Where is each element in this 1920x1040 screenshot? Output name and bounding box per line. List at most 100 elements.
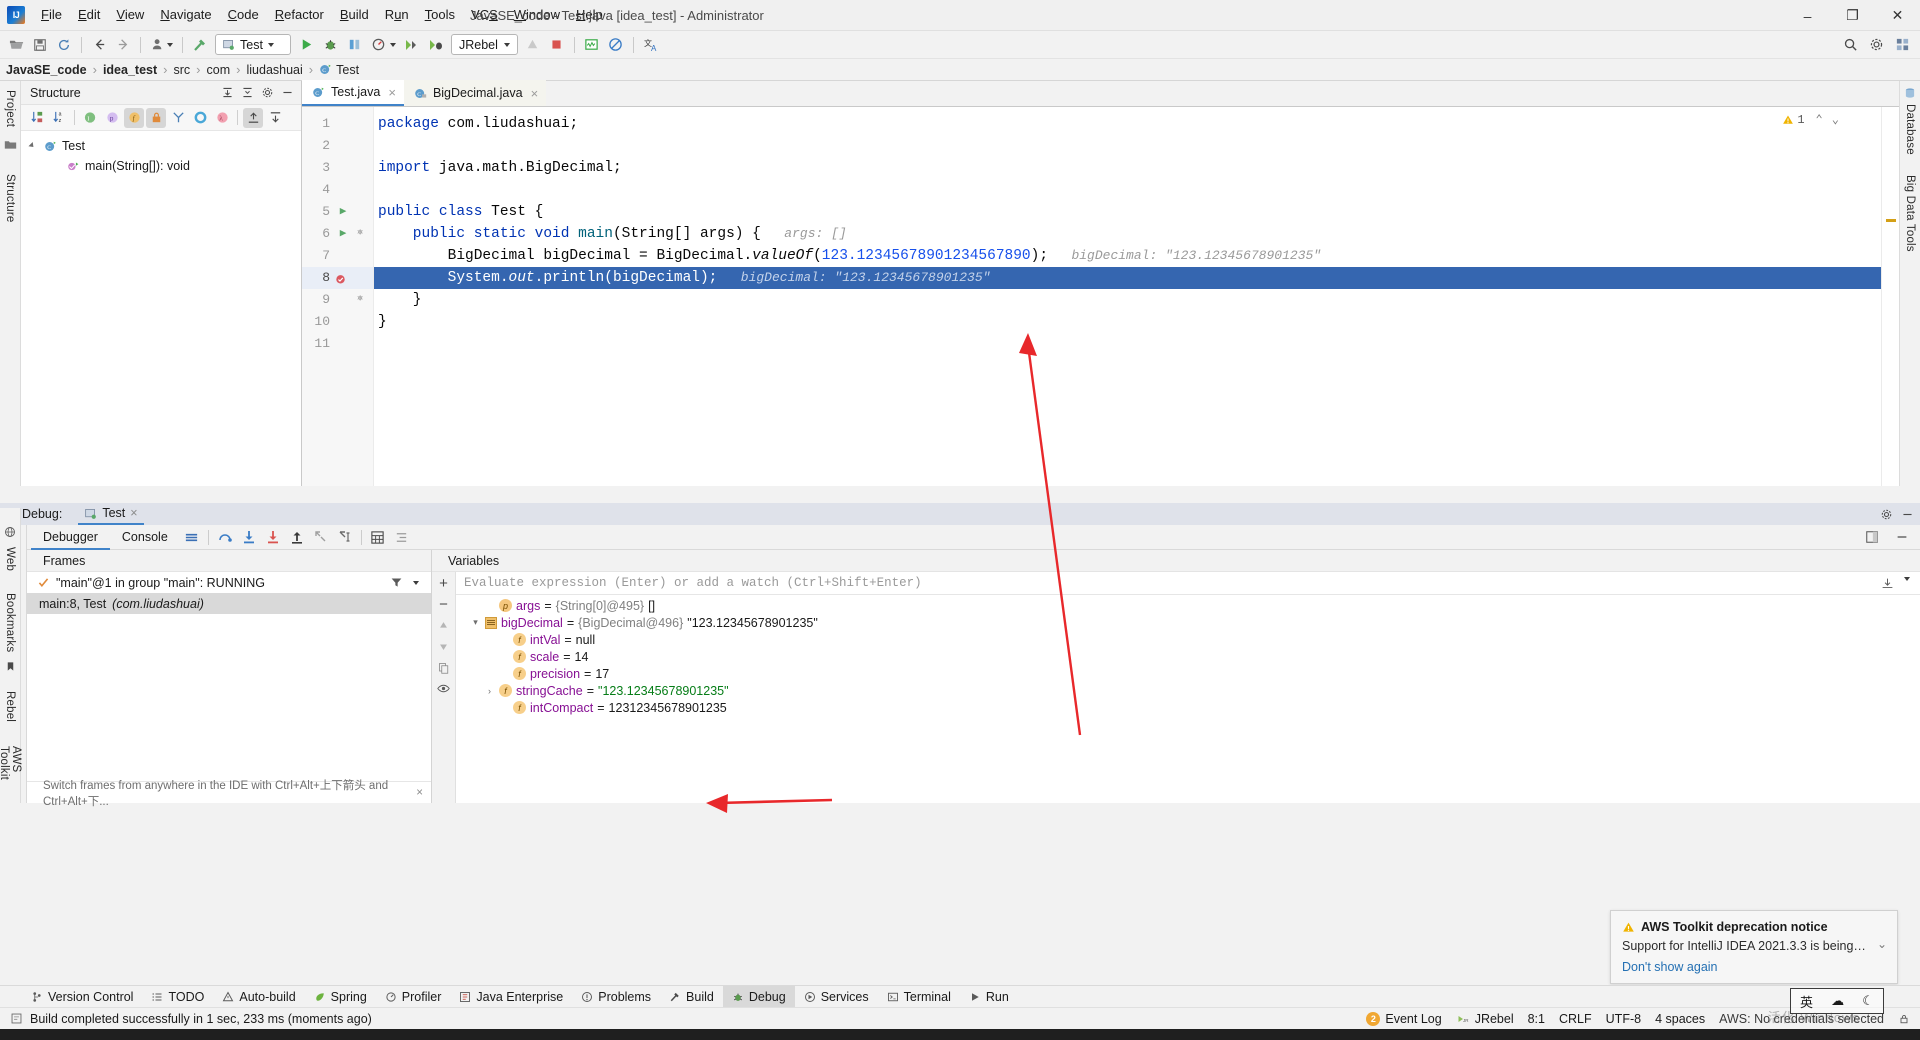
tab-bigdecimal-java[interactable]: C BigDecimal.java × xyxy=(403,80,547,106)
menu-file[interactable]: File xyxy=(33,3,70,27)
layout-settings-icon[interactable] xyxy=(181,526,203,548)
menu-code[interactable]: Code xyxy=(220,3,267,27)
chevron-down-icon[interactable] xyxy=(413,580,419,585)
toolwindow-build[interactable]: Build xyxy=(660,986,723,1008)
show-non-public-icon[interactable] xyxy=(146,107,166,128)
chevron-down-icon[interactable] xyxy=(503,42,510,47)
chevron-down-icon[interactable]: ⌄ xyxy=(1877,937,1887,951)
toolwindow-todo[interactable]: TODO xyxy=(142,986,213,1008)
fold-expand-icon[interactable]: ⎈ xyxy=(352,289,368,311)
back-arrow-icon[interactable] xyxy=(88,34,110,56)
event-log-widget[interactable]: 2 Event Log xyxy=(1366,1011,1442,1026)
show-lambdas-icon[interactable]: λ xyxy=(212,108,232,128)
toolwindow-run[interactable]: Run xyxy=(960,986,1018,1008)
breadcrumb-item-0[interactable]: JavaSE_code xyxy=(6,63,87,77)
debug-session-tab[interactable]: Test × xyxy=(78,503,144,525)
sidebar-item-aws-toolkit[interactable]: AWS Toolkit xyxy=(0,741,22,803)
toolwindow-terminal[interactable]: Terminal xyxy=(878,986,960,1008)
toolwindow-spring[interactable]: Spring xyxy=(305,986,376,1008)
sidebar-item-structure[interactable]: Structure xyxy=(4,169,16,227)
chevron-down-icon[interactable] xyxy=(267,42,274,47)
filter-icon[interactable] xyxy=(390,576,403,589)
frame-row[interactable]: main:8, Test (com.liudashuai) xyxy=(27,593,431,614)
inspect-eye-icon[interactable] xyxy=(434,679,454,698)
sidebar-item-database[interactable]: Database xyxy=(1904,99,1916,160)
settings-gear-icon[interactable] xyxy=(1865,34,1887,56)
chevron-down-icon[interactable] xyxy=(1904,576,1910,581)
group-methods-icon[interactable] xyxy=(168,108,188,128)
structure-tree-item-test[interactable]: C Test xyxy=(21,136,301,156)
breadcrumb-item-4[interactable]: liudashuai xyxy=(246,63,302,77)
toolwindow-problems[interactable]: Problems xyxy=(572,986,660,1008)
step-out-icon[interactable] xyxy=(286,526,308,548)
hide-icon[interactable] xyxy=(1901,508,1914,521)
tab-test-java[interactable]: C Test.java × xyxy=(302,80,404,106)
menu-view[interactable]: View xyxy=(108,3,152,27)
debug-icon[interactable] xyxy=(319,34,341,56)
menu-navigate[interactable]: Navigate xyxy=(152,3,219,27)
toolwindow-services[interactable]: Services xyxy=(795,986,878,1008)
close-button[interactable]: ✕ xyxy=(1875,0,1920,31)
run-gutter-icon[interactable]: ▶ xyxy=(334,201,352,223)
close-icon[interactable]: × xyxy=(531,86,539,101)
run-icon[interactable] xyxy=(295,34,317,56)
menu-refactor[interactable]: Refactor xyxy=(267,3,332,27)
fold-collapse-icon[interactable]: ⎈ xyxy=(352,223,368,245)
sidebar-item-rebel[interactable]: Rebel xyxy=(4,686,16,727)
variable-row-args[interactable]: p args = {String[0]@495} [] xyxy=(456,597,1920,614)
line-separator[interactable]: CRLF xyxy=(1559,1012,1592,1026)
variable-row-scale[interactable]: f scale = 14 xyxy=(456,648,1920,665)
stop-icon[interactable] xyxy=(546,34,568,56)
close-icon[interactable]: × xyxy=(388,85,396,100)
breadcrumb-item-5[interactable]: Test xyxy=(336,63,359,77)
user-profile-dropdown-caret[interactable] xyxy=(167,42,173,47)
hide-icon[interactable] xyxy=(277,83,297,103)
evaluate-expression-icon[interactable] xyxy=(367,526,389,548)
move-up-icon[interactable] xyxy=(434,616,454,635)
stripe-warning-mark[interactable] xyxy=(1886,219,1896,222)
toolwindow-auto-build[interactable]: Auto-build xyxy=(213,986,304,1008)
debug-layout-icon[interactable] xyxy=(1861,526,1883,548)
chevron-down-icon[interactable] xyxy=(29,141,39,151)
close-icon[interactable]: × xyxy=(416,787,423,799)
folder-icon[interactable] xyxy=(4,138,17,151)
tab-console[interactable]: Console xyxy=(110,525,180,550)
run-coverage-icon[interactable] xyxy=(343,34,365,56)
settings-gear-icon[interactable] xyxy=(257,83,277,103)
jrebel-debug-icon[interactable] xyxy=(425,34,447,56)
no-entry-icon[interactable] xyxy=(605,34,627,56)
user-profile-icon[interactable] xyxy=(147,34,169,56)
toolwindow-profiler[interactable]: Profiler xyxy=(376,986,451,1008)
profile-dropdown-caret[interactable] xyxy=(390,42,396,47)
notification-popup[interactable]: AWS Toolkit deprecation notice Support f… xyxy=(1610,910,1898,984)
expand-all-icon[interactable] xyxy=(243,107,263,128)
sidebar-item-project[interactable]: Project xyxy=(4,85,16,132)
breakpoint-icon[interactable] xyxy=(334,272,352,285)
database-icon[interactable] xyxy=(1904,87,1916,99)
sidebar-item-web[interactable]: Web xyxy=(4,542,16,576)
jrebel-widget[interactable]: JR JRebel xyxy=(1456,1012,1514,1026)
toolwindow-version-control[interactable]: Version Control xyxy=(22,986,142,1008)
search-everywhere-icon[interactable] xyxy=(1839,34,1861,56)
variable-row-intval[interactable]: f intVal = null xyxy=(456,631,1920,648)
force-step-into-icon[interactable] xyxy=(262,526,284,548)
sync-icon[interactable] xyxy=(53,34,75,56)
profile-icon[interactable] xyxy=(367,34,389,56)
menu-edit[interactable]: Edit xyxy=(70,3,108,27)
indent-setting[interactable]: 4 spaces xyxy=(1655,1012,1705,1026)
error-stripe-scrollbar[interactable] xyxy=(1881,107,1899,486)
variable-row-intcompact[interactable]: f intCompact = 12312345678901235 xyxy=(456,699,1920,716)
evaluate-input-placeholder[interactable]: Evaluate expression (Enter) or add a wat… xyxy=(456,576,1881,590)
project-structure-icon[interactable] xyxy=(1891,34,1913,56)
move-down-icon[interactable] xyxy=(434,637,454,656)
sort-by-visibility-icon[interactable] xyxy=(27,108,47,128)
variable-row-bigdecimal[interactable]: ▾ bigDecimal = {BigDecimal@496} "123.123… xyxy=(456,614,1920,631)
step-into-icon[interactable] xyxy=(238,526,260,548)
variable-row-stringcache[interactable]: › f stringCache = "123.12345678901235" xyxy=(456,682,1920,699)
drop-frame-icon[interactable] xyxy=(310,526,332,548)
forward-arrow-icon[interactable] xyxy=(112,34,134,56)
chevron-right-icon[interactable]: › xyxy=(484,686,495,696)
variables-tree[interactable]: p args = {String[0]@495} [] ▾ bigDecimal… xyxy=(456,595,1920,803)
editor-gutter[interactable]: 1 2 3 4 5 ▶ 6 ▶ ⎈ 7 8 9 ⎈ 10 11 xyxy=(302,107,374,486)
mute-breakpoints-icon[interactable] xyxy=(391,526,413,548)
